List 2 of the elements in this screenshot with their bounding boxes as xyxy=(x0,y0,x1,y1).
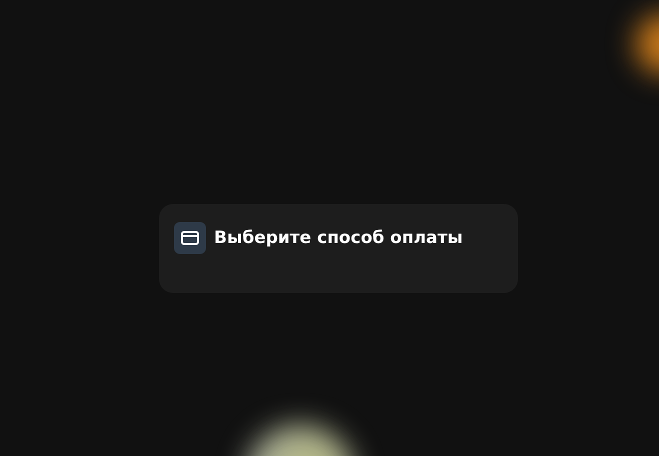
card-title: Выберите способ оплаты xyxy=(214,228,463,248)
credit-card-icon xyxy=(174,222,206,254)
